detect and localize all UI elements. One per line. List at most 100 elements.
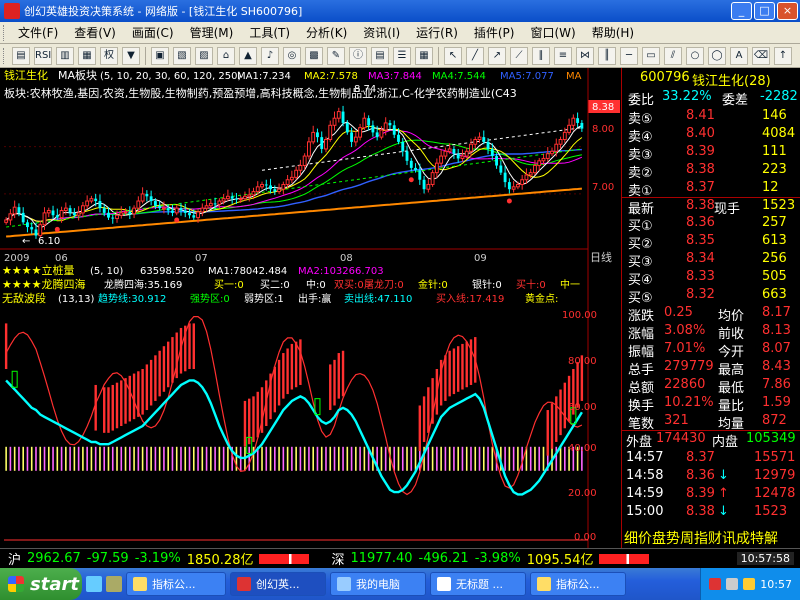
menu-grip — [3, 24, 7, 41]
momentum-bar — [444, 355, 447, 401]
table-icon[interactable]: ▤ — [371, 46, 389, 65]
menu-file[interactable]: 文件(F) — [10, 24, 66, 41]
ellipse-tool-icon[interactable]: ◯ — [708, 46, 726, 65]
zoom-icon[interactable]: ◎ — [283, 46, 301, 65]
stat-label: 涨跌 — [628, 309, 655, 324]
chart-area[interactable]: 钱江生化 MA板块 (5, 10, 20, 30, 60, 120, 250) … — [0, 68, 621, 548]
pointer-icon[interactable]: ↖ — [444, 46, 462, 65]
open-folder-icon[interactable]: ▤ — [12, 46, 30, 65]
band-bar — [453, 446, 455, 471]
list-icon[interactable]: ☰ — [393, 46, 411, 65]
candle-body — [336, 111, 341, 119]
quicklaunch-desktop-icon[interactable] — [106, 576, 122, 592]
menu-screen[interactable]: 画面(C) — [124, 24, 182, 41]
candle-body — [328, 124, 333, 140]
warning-icon[interactable]: ▲ — [239, 46, 257, 65]
task-button-2[interactable]: 创幻英... — [230, 572, 326, 596]
sz-label: 深 — [331, 553, 345, 568]
windows-logo-icon — [8, 576, 24, 592]
momentum-bar — [555, 396, 558, 442]
menu-window[interactable]: 窗口(W) — [522, 24, 583, 41]
candle-body — [503, 172, 507, 183]
menu-plugins[interactable]: 插件(P) — [466, 24, 523, 41]
rsi-button[interactable]: RSI — [34, 46, 52, 65]
task-button-3[interactable]: 我的电脑 — [330, 572, 426, 596]
line-tool-icon[interactable]: ╱ — [466, 46, 484, 65]
fibonacci-tool-icon[interactable]: ≡ — [554, 46, 572, 65]
momentum-bar — [111, 384, 114, 431]
calendar-icon[interactable]: ▦ — [415, 46, 433, 65]
band-bar — [291, 446, 293, 471]
erase-tool-icon[interactable]: ⌫ — [752, 46, 770, 65]
task-button-5[interactable]: 指标公... — [530, 572, 626, 596]
dropdown-icon[interactable]: ▼ — [122, 46, 140, 65]
home-icon[interactable]: ⌂ — [217, 46, 235, 65]
buy-level-label: 买④ — [628, 273, 653, 288]
grid-icon[interactable]: ▨ — [195, 46, 213, 65]
menu-manage[interactable]: 管理(M) — [182, 24, 242, 41]
task-button-4[interactable]: 无标题 ... — [430, 572, 526, 596]
notepad-icon — [437, 577, 451, 591]
sell-level-label: 卖⑤ — [628, 112, 653, 127]
chart-icon[interactable]: ▥ — [56, 46, 74, 65]
quote-tabs[interactable]: 细价盘势周指财讯成特解 — [622, 528, 800, 548]
quote-icon[interactable]: ▦ — [78, 46, 96, 65]
menu-run[interactable]: 运行(R) — [408, 24, 466, 41]
gann-tool-icon[interactable]: ⋈ — [576, 46, 594, 65]
candle-body — [571, 117, 576, 126]
candle-body — [294, 169, 299, 178]
quote-tabs-label[interactable]: 细价盘势周指财讯成特解 — [624, 528, 778, 548]
buy-level-label: 买② — [628, 237, 653, 252]
momentum-bar — [192, 323, 195, 369]
rights-button[interactable]: 权 — [100, 46, 118, 65]
arrow-tool-icon[interactable]: ↗ — [488, 46, 506, 65]
band-bar — [39, 446, 42, 471]
maximize-button[interactable]: □ — [754, 2, 775, 20]
text-tool-icon[interactable]: A — [730, 46, 748, 65]
up-arrow-tool-icon[interactable]: ↑ — [774, 46, 792, 65]
band-bar — [299, 446, 302, 471]
start-button[interactable]: start — [0, 568, 82, 600]
map-icon[interactable]: ▩ — [305, 46, 323, 65]
circle-tool-icon[interactable]: ○ — [686, 46, 704, 65]
bell-icon[interactable]: ♪ — [261, 46, 279, 65]
ray-tool-icon[interactable]: ⟋ — [510, 46, 528, 65]
vertical-lines-icon[interactable]: ║ — [598, 46, 616, 65]
stat-value: 8.43 — [762, 359, 791, 374]
tray-network-icon[interactable] — [726, 578, 739, 590]
rectangle-tool-icon[interactable]: ▭ — [642, 46, 660, 65]
menu-info[interactable]: 资讯(I) — [355, 24, 408, 41]
task-button-1[interactable]: 指标公... — [126, 572, 226, 596]
candle-body — [200, 207, 205, 213]
report-icon[interactable]: ▧ — [173, 46, 191, 65]
weicha-value: -2282 — [760, 89, 798, 104]
minimize-button[interactable]: _ — [731, 2, 752, 20]
tray-app-icon[interactable] — [709, 578, 722, 590]
candle-body — [89, 198, 94, 202]
menu-help[interactable]: 帮助(H) — [584, 24, 642, 41]
note-icon[interactable]: ✎ — [327, 46, 345, 65]
band-bar — [478, 446, 481, 471]
band-bar — [214, 446, 216, 471]
print-icon[interactable]: ▣ — [151, 46, 169, 65]
band-bar — [482, 446, 485, 471]
candle-body — [452, 148, 456, 154]
buy-level-label: 买③ — [628, 255, 653, 270]
horizontal-line-icon[interactable]: ─ — [620, 46, 638, 65]
channel-tool-icon[interactable]: ⫽ — [664, 46, 682, 65]
close-button[interactable]: × — [777, 2, 798, 20]
candle-body — [362, 117, 367, 129]
menu-view[interactable]: 查看(V) — [66, 24, 124, 41]
momentum-bar — [166, 341, 170, 388]
parallel-tool-icon[interactable]: ∥ — [532, 46, 550, 65]
quicklaunch-ie-icon[interactable] — [86, 576, 102, 592]
info-icon[interactable]: ⓘ — [349, 46, 367, 65]
band-bar — [269, 446, 272, 471]
stat-value: 3.08% — [664, 323, 706, 338]
tray-volume-icon[interactable] — [743, 578, 756, 590]
menu-tools[interactable]: 工具(T) — [241, 24, 298, 41]
candle-body — [55, 215, 59, 218]
menu-analysis[interactable]: 分析(K) — [298, 24, 355, 41]
double-buy-value: 双买:0 — [334, 279, 364, 291]
osc-ytick-100: 100.00 — [562, 310, 597, 321]
